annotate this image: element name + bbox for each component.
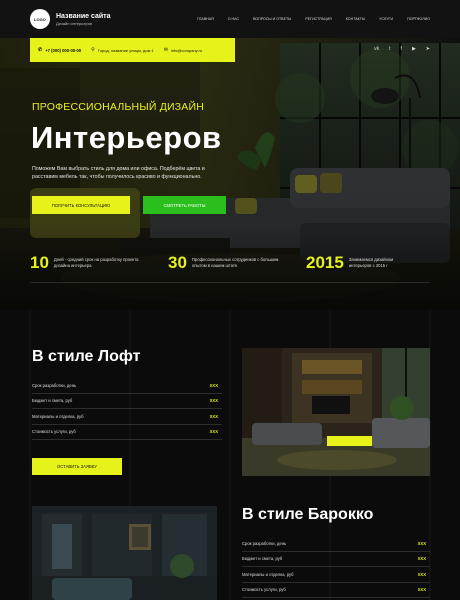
row-value: XXX — [417, 540, 426, 546]
get-consultation-button[interactable]: Получить консультацию — [32, 196, 130, 214]
stat-number: 30 — [168, 253, 187, 272]
email-contact[interactable]: ✉ info@company.ru — [163, 46, 203, 53]
row-value: XXX — [209, 413, 218, 419]
stat-item: 2015 Занимаемся дизайном интерьеров с 20… — [306, 253, 430, 273]
baroque-photo — [32, 506, 217, 600]
row-label: Срок разработки, день — [32, 382, 77, 388]
site-header: LOGO Название сайта Дизайн интерьеров Гл… — [0, 0, 460, 38]
row-label: Бюджет и смета, руб — [32, 398, 73, 404]
contact-bar: ✆ +7 (000) 000-00-00 ⚲ Город, название у… — [30, 38, 235, 62]
list-item: Срок разработки, день XXX — [32, 378, 222, 394]
stat-item: 30 Профессиональных сотрудников с больши… — [168, 253, 306, 273]
baroque-title: В стиле Барокко — [242, 506, 374, 523]
list-item: Бюджет и смета, руб XXX — [242, 552, 430, 567]
main-nav: Главная О нас Вопросы и ответы Регистрац… — [197, 17, 430, 21]
email-text: info@company.ru — [170, 47, 203, 53]
phone-icon: ✆ — [38, 46, 43, 53]
row-value: XXX — [417, 571, 426, 577]
stat-number: 10 — [30, 253, 49, 272]
hero-section: ✆ +7 (000) 000-00-00 ⚲ Город, название у… — [0, 38, 460, 310]
site-tagline: Дизайн интерьеров — [56, 20, 93, 26]
nav-item-services[interactable]: Услуги — [379, 17, 393, 21]
brand: Название сайта Дизайн интерьеров — [56, 12, 110, 27]
nav-item-about[interactable]: О нас — [228, 17, 239, 21]
row-label: Материалы и отделка, руб — [242, 571, 294, 577]
hero-title: Интерьеров — [31, 120, 222, 155]
row-label: Стоимость услуги, руб — [32, 429, 76, 435]
hero-eyebrow: Профессиональный дизайн — [32, 101, 205, 113]
row-label: Бюджет и смета, руб — [242, 556, 283, 562]
list-item: Бюджет и смета, руб XXX — [32, 394, 222, 409]
loft-photo — [242, 348, 430, 476]
mail-icon: ✉ — [163, 46, 168, 53]
hero-description: Поможем Вам выбрать стиль для дома или о… — [32, 166, 205, 180]
row-label: Стоимость услуги, руб — [242, 587, 286, 593]
youtube-icon[interactable]: ▶ — [412, 46, 416, 52]
loft-interior-image — [242, 348, 430, 476]
submit-request-button[interactable]: Оставить заявку — [32, 458, 122, 475]
row-value: XXX — [209, 398, 218, 404]
row-label: Срок разработки, день — [242, 540, 287, 546]
address-text: Город, название улицы, дом 1 — [97, 47, 154, 53]
phone-contact[interactable]: ✆ +7 (000) 000-00-00 — [38, 46, 82, 53]
list-item: Стоимость услуги, руб XXX — [242, 583, 430, 598]
logo[interactable]: LOGO — [30, 9, 50, 29]
stat-text: Профессиональных сотрудников с большим о… — [191, 257, 279, 268]
baroque-details-list: Срок разработки, день XXX Бюджет и смета… — [242, 536, 430, 598]
address-contact[interactable]: ⚲ Город, название улицы, дом 1 — [91, 46, 154, 53]
page: LOGO Название сайта Дизайн интерьеров Гл… — [0, 0, 460, 600]
row-value: XXX — [209, 382, 218, 388]
nav-item-home[interactable]: Главная — [197, 17, 213, 21]
location-pin-icon: ⚲ — [91, 46, 95, 53]
social-links: vk t f ▶ ➤ — [374, 46, 430, 52]
row-value: XXX — [417, 587, 426, 593]
twitter-icon[interactable]: t — [389, 46, 390, 52]
stat-text: Занимаемся дизайном интерьеров с 2015 г — [348, 257, 394, 268]
facebook-icon[interactable]: f — [401, 46, 402, 52]
row-label: Материалы и отделка, руб — [32, 413, 84, 419]
hero-stats: 10 Дней - средний срок на разработку про… — [30, 253, 430, 273]
row-value: XXX — [417, 556, 426, 562]
telegram-icon[interactable]: ➤ — [426, 46, 430, 52]
loft-title: В стиле Лофт — [32, 348, 141, 365]
nav-item-portfolio[interactable]: Портфолио — [407, 17, 430, 21]
list-item: Стоимость услуги, руб XXX — [32, 425, 222, 440]
phone-number: +7 (000) 000-00-00 — [45, 47, 82, 53]
stat-text: Дней - средний срок на разработку проект… — [53, 257, 139, 268]
vk-icon[interactable]: vk — [374, 46, 379, 52]
list-item: Срок разработки, день XXX — [242, 536, 430, 552]
nav-item-registration[interactable]: Регистрация — [305, 17, 331, 21]
list-item: Материалы и отделка, руб XXX — [32, 409, 222, 425]
stat-number: 2015 — [306, 253, 344, 272]
divider — [30, 282, 430, 283]
nav-item-faq[interactable]: Вопросы и ответы — [253, 17, 291, 21]
loft-details-list: Срок разработки, день XXX Бюджет и смета… — [32, 378, 222, 440]
stat-item: 10 Дней - средний срок на разработку про… — [30, 253, 168, 273]
list-item: Материалы и отделка, руб XXX — [242, 567, 430, 583]
baroque-interior-image — [32, 506, 217, 600]
view-works-button[interactable]: Смотреть работы — [143, 196, 226, 214]
site-name[interactable]: Название сайта — [56, 12, 110, 21]
nav-item-contacts[interactable]: Контакты — [346, 17, 365, 21]
row-value: XXX — [209, 429, 218, 435]
